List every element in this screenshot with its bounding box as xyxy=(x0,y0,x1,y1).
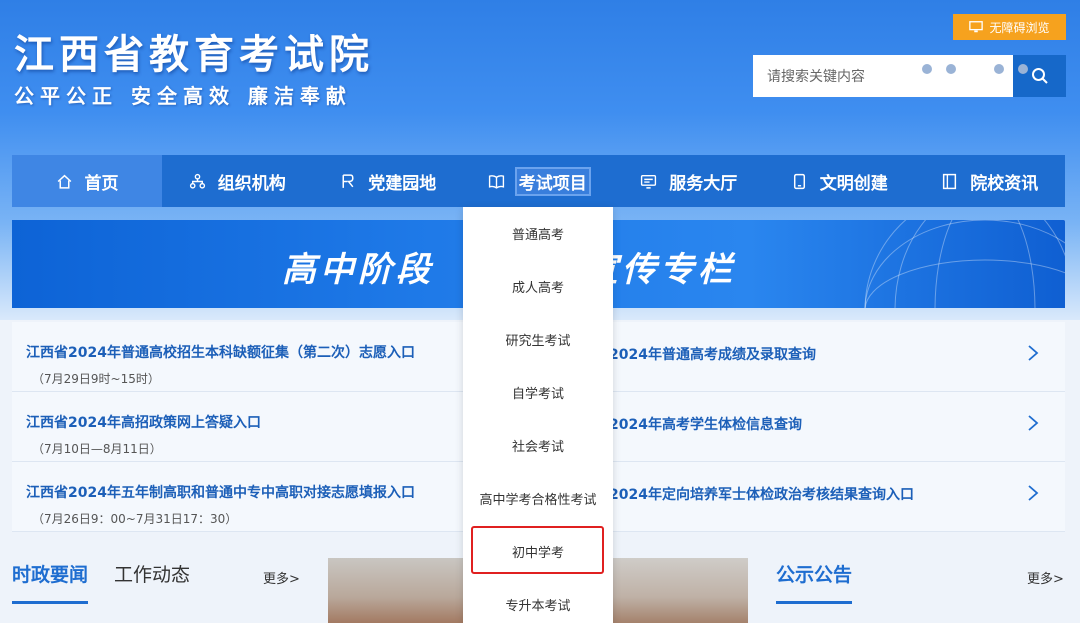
exams-dropdown-menu: 普通高考 成人高考 研究生考试 自学考试 社会考试 高中学考合格性考试 初中学考… xyxy=(463,207,613,623)
news-photo[interactable] xyxy=(613,558,748,623)
dropdown-item-junior-high[interactable]: 初中学考 xyxy=(463,525,613,578)
notice-more-link[interactable]: 更多> xyxy=(1027,568,1064,587)
chevron-right-icon[interactable] xyxy=(1026,414,1040,432)
nav-item-colleges[interactable]: 院校资讯 xyxy=(915,155,1066,207)
home-icon xyxy=(57,174,71,189)
nav-label-service: 服务大厅 xyxy=(669,173,738,194)
dropdown-item-gaokao[interactable]: 普通高考 xyxy=(463,207,613,260)
link-title: 江西省2024年高招政策网上答疑入口 xyxy=(26,415,261,431)
carousel-dot-4[interactable] xyxy=(994,64,1004,74)
link-left[interactable]: 江西省2024年普通高校招生本科缺额征集（第二次）志愿入口 （7月29日9时~1… xyxy=(26,342,415,387)
service-icon xyxy=(641,174,657,189)
notice-title[interactable]: 公示公告 xyxy=(776,560,853,604)
doc-icon xyxy=(943,173,957,189)
dropdown-item-graduate[interactable]: 研究生考试 xyxy=(463,313,613,366)
carousel-dot-3[interactable] xyxy=(970,64,980,74)
nav-label-home: 首页 xyxy=(84,173,119,194)
carousel-dots xyxy=(922,64,1028,74)
dropdown-item-hs-qualification[interactable]: 高中学考合格性考试 xyxy=(463,472,613,525)
nav-label-colleges: 院校资讯 xyxy=(970,173,1039,194)
nav-label-civil: 文明创建 xyxy=(819,173,888,194)
link-subtitle: （7月26日9：00~7月31日17：30） xyxy=(32,512,238,526)
site-title: 江西省教育考试院 xyxy=(14,31,374,78)
chevron-right-icon[interactable] xyxy=(1026,344,1040,362)
monitor-icon xyxy=(969,21,984,33)
org-icon xyxy=(189,173,205,189)
nav-item-civil[interactable]: 文明创建 xyxy=(764,155,915,207)
search-input[interactable] xyxy=(753,55,1013,97)
news-photo[interactable] xyxy=(328,558,463,623)
dropdown-item-self-study[interactable]: 自学考试 xyxy=(463,366,613,419)
news-more-link[interactable]: 更多> xyxy=(263,568,300,587)
banner-text-left: 高中阶段 xyxy=(282,250,434,290)
dropdown-item-adult[interactable]: 成人高考 xyxy=(463,260,613,313)
search-icon xyxy=(1031,68,1048,84)
nav-item-exams[interactable]: 考试项目 xyxy=(463,155,614,207)
carousel-dot-5[interactable] xyxy=(1018,64,1028,74)
phone-icon xyxy=(793,173,805,189)
carousel-dot-1[interactable] xyxy=(922,64,932,74)
news-tabs: 时政要闻 工作动态 xyxy=(12,560,190,604)
nav-item-service[interactable]: 服务大厅 xyxy=(614,155,765,207)
link-title: 江西省2024年五年制高职和普通中专中高职对接志愿填报入口 xyxy=(26,485,415,501)
book-icon xyxy=(488,174,504,189)
link-left[interactable]: 江西省2024年五年制高职和普通中专中高职对接志愿填报入口 （7月26日9：00… xyxy=(26,482,415,527)
link-right[interactable]: 2024年高考学生体检信息查询 xyxy=(609,414,802,434)
nav-label-org: 组织机构 xyxy=(217,173,286,194)
nav-item-org[interactable]: 组织机构 xyxy=(162,155,313,207)
tab-work-news[interactable]: 工作动态 xyxy=(114,560,190,604)
nav-item-party[interactable]: 党建园地 xyxy=(313,155,464,207)
globe-graphic xyxy=(864,220,1065,308)
link-title: 江西省2024年普通高校招生本科缺额征集（第二次）志愿入口 xyxy=(26,345,415,361)
link-right[interactable]: 2024年定向培养军士体检政治考核结果查询入口 xyxy=(609,484,914,504)
link-right[interactable]: 2024年普通高考成绩及录取查询 xyxy=(609,344,816,364)
carousel-dot-2[interactable] xyxy=(946,64,956,74)
accessibility-label: 无障碍浏览 xyxy=(989,20,1050,35)
party-icon xyxy=(342,173,354,188)
site-slogan: 公平公正 安全高效 廉洁奉献 xyxy=(14,84,352,108)
nav-item-home[interactable]: 首页 xyxy=(12,155,162,207)
link-left[interactable]: 江西省2024年高招政策网上答疑入口 （7月10日—8月11日） xyxy=(26,412,261,457)
chevron-right-icon[interactable] xyxy=(1026,484,1040,502)
accessibility-button[interactable]: 无障碍浏览 xyxy=(953,14,1066,40)
nav-label-exams: 考试项目 xyxy=(514,166,591,196)
tab-politics-news[interactable]: 时政要闻 xyxy=(12,560,89,604)
main-nav: 首页 组织机构 党建园地 考试项目 服务大厅 文明创建 院校资讯 xyxy=(12,155,1065,207)
search-button[interactable] xyxy=(1013,55,1066,97)
link-subtitle: （7月10日—8月11日） xyxy=(32,442,162,456)
dropdown-item-social[interactable]: 社会考试 xyxy=(463,419,613,472)
link-subtitle: （7月29日9时~15时） xyxy=(32,372,160,386)
nav-label-party: 党建园地 xyxy=(368,173,437,194)
dropdown-item-upgrade[interactable]: 专升本考试 xyxy=(463,578,613,623)
